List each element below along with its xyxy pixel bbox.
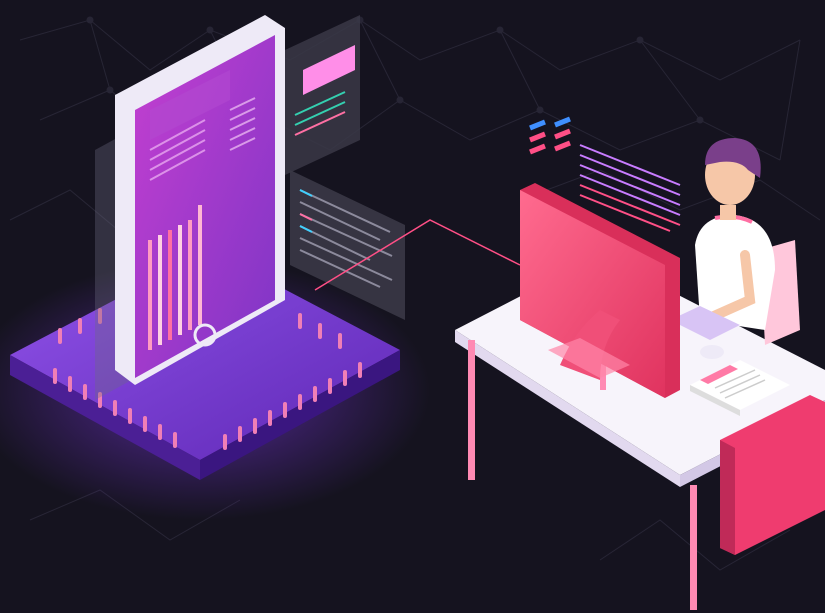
scene-svg [0,0,825,613]
mouse-icon [700,345,724,359]
isometric-developer-scene [0,0,825,613]
